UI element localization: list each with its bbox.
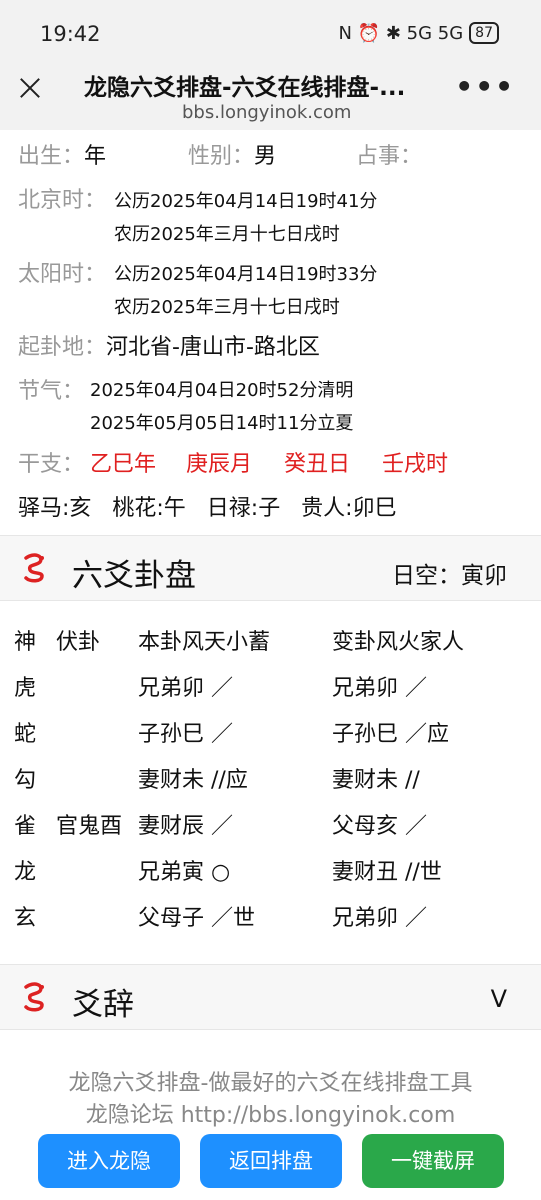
cell-god: 勾 [14,768,37,793]
shensha-row: 驿马:亥 桃花:午 日禄:子 贵人:卯巳 [18,496,397,521]
cell-bian: 兄弟卯 ／ [332,906,427,931]
footer-slogan: 龙隐六爻排盘-做最好的六爻在线排盘工具 [68,1071,473,1096]
section-yaoci-header[interactable]: 爻辞 V [0,964,541,1030]
section-liuyao-title: 六爻卦盘 [72,558,196,594]
cell-fu: 官鬼酉 [56,814,123,839]
table-row: 龙 兄弟寅 ○ 妻财丑 //世 [0,854,541,900]
solar-gregorian: 公历2025年04月14日19时33分 [114,264,378,285]
beijing-label: 北京时： [18,188,107,213]
cell-god: 虎 [14,676,37,701]
cell-bian: 子孙巳 ／应 [332,722,449,747]
grid-header-shen: 神 [14,630,37,655]
chevron-down-icon[interactable]: V [491,985,507,1013]
rikong-value: 日空：寅卯 [392,563,507,589]
ganzhi-month: 庚辰月 [186,452,253,477]
footer-link[interactable]: 龙隐论坛 http://bbs.longyinok.com [0,1097,541,1129]
cell-ben: 兄弟寅 ○ [138,860,231,885]
back-to-chart-button[interactable]: 返回排盘 [200,1134,342,1188]
ganzhi-label: 干支： [18,452,85,477]
status-icons: N ⏰ ✱ 5G 5G 87 [339,22,499,44]
cell-bian: 妻财未 // [332,768,420,793]
birth-value: 年 [84,144,107,169]
dragon-logo-icon [24,982,44,1012]
place-label: 起卦地： [18,335,107,360]
gender-value: 男 [254,144,277,169]
solar-lunar: 农历2025年三月十七日戌时 [114,297,340,318]
grid-header-biangua: 变卦风火家人 [332,630,465,655]
page-url: bbs.longyinok.com [182,102,352,123]
grid-header-bengua: 本卦风天小蓄 [138,630,271,655]
jieqi-label: 节气： [18,379,85,404]
dragon-logo-icon [24,553,44,583]
jieqi-1: 2025年04月04日20时52分清明 [90,380,354,401]
beijing-solar: 公历2025年04月14日19时41分 [114,191,378,212]
jieqi-2: 2025年05月05日14时11分立夏 [90,413,354,434]
table-row: 勾 妻财未 //应 妻财未 // [0,762,541,808]
birth-label: 出生： [18,144,85,169]
cell-bian: 父母亥 ／ [332,814,427,839]
table-row: 玄 父母子 ／世 兄弟卯 ／ [0,900,541,946]
section-liuyao-header: 六爻卦盘 日空：寅卯 [0,535,541,601]
cell-ben: 兄弟卯 ／ [138,676,233,701]
grid-header-fugua: 伏卦 [56,630,101,655]
cell-ben: 父母子 ／世 [138,906,255,931]
browser-titlebar: 龙隐六爻排盘-六爻在线排盘-... bbs.longyinok.com ••• [0,64,541,130]
cell-ben: 妻财未 //应 [138,768,248,793]
cell-ben: 妻财辰 ／ [138,814,233,839]
close-icon[interactable] [14,72,46,104]
section-yaoci-title: 爻辞 [72,987,134,1023]
divine-row: 占事： [356,138,422,170]
more-icon[interactable]: ••• [455,70,515,103]
birth-row: 出生：年 [18,138,106,170]
screenshot-button[interactable]: 一键截屏 [362,1134,504,1188]
signal-icons: N ⏰ ✱ 5G 5G [338,22,464,44]
cell-god: 雀 [14,814,37,839]
ganzhi-year: 乙巳年 [90,452,157,477]
divine-label: 占事： [356,144,423,169]
cell-god: 蛇 [14,722,37,747]
battery-icon: 87 [469,22,499,44]
ganzhi-hour: 壬戌时 [382,452,449,477]
beijing-lunar: 农历2025年三月十七日戌时 [114,224,340,245]
cell-bian: 兄弟卯 ／ [332,676,427,701]
status-time: 19:42 [40,22,101,46]
place-value: 河北省-唐山市-路北区 [106,335,320,360]
cell-god: 龙 [14,860,37,885]
enter-longyin-button[interactable]: 进入龙隐 [38,1134,180,1188]
gender-row: 性别：男 [188,138,276,170]
table-row: 蛇 子孙巳 ／ 子孙巳 ／应 [0,716,541,762]
gender-label: 性别： [188,144,255,169]
table-row: 虎 兄弟卯 ／ 兄弟卯 ／ [0,670,541,716]
grid-header-row: 神 伏卦 本卦风天小蓄 变卦风火家人 [0,624,541,670]
cell-ben: 子孙巳 ／ [138,722,233,747]
page-title: 龙隐六爻排盘-六爻在线排盘-... [84,75,406,101]
place-row: 起卦地：河北省-唐山市-路北区 [18,329,320,361]
ganzhi-day: 癸丑日 [284,452,351,477]
table-row: 雀 官鬼酉 妻财辰 ／ 父母亥 ／ [0,808,541,854]
cell-god: 玄 [14,906,37,931]
solar-label: 太阳时： [18,262,107,287]
ganzhi-row: 干支： [18,446,84,478]
cell-bian: 妻财丑 //世 [332,860,442,885]
status-bar: 19:42 N ⏰ ✱ 5G 5G 87 [0,0,541,64]
